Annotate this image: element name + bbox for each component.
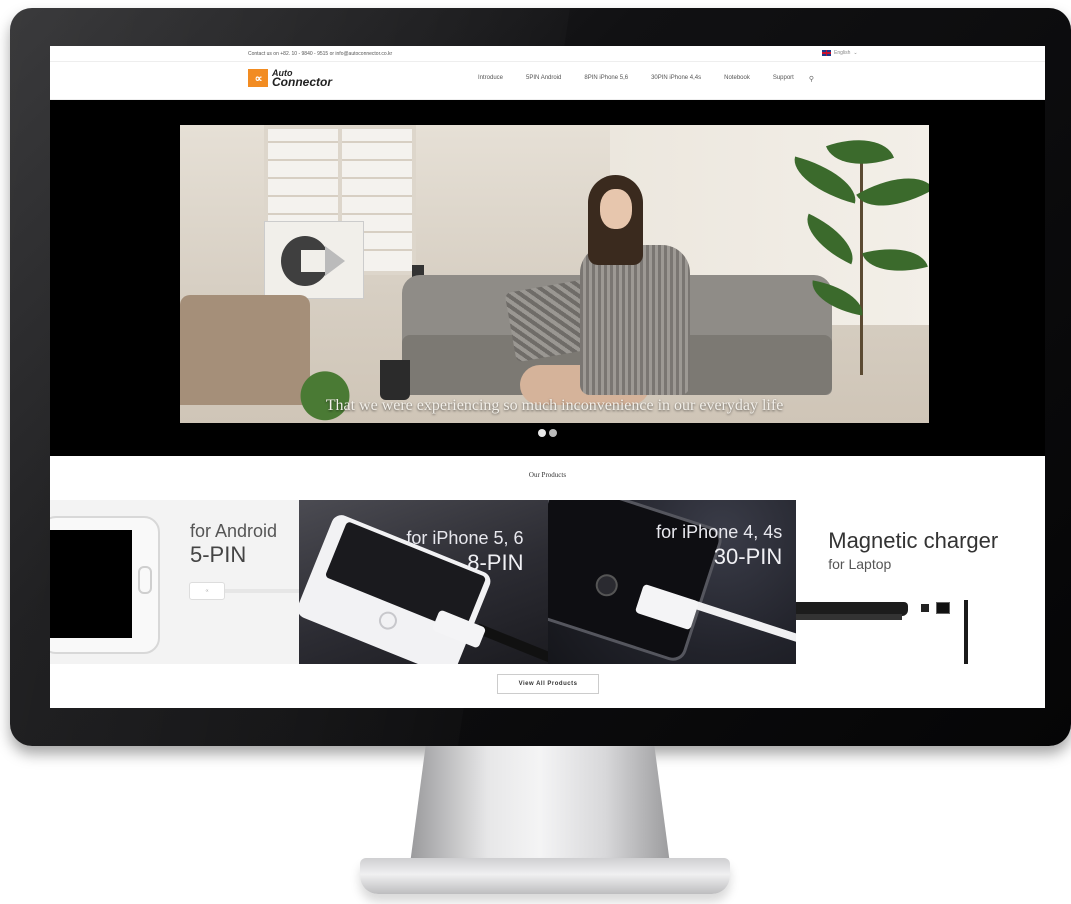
product-tile-laptop[interactable]: Magnetic charger for Laptop [796, 500, 1045, 664]
products-heading: Our Products [528, 471, 567, 479]
hero-caption: That we were experiencing so much inconv… [325, 397, 784, 414]
product-tile-iphone-8pin[interactable]: for iPhone 5, 6 8-PIN [298, 500, 548, 664]
product-tile-title: for Android [190, 521, 278, 541]
nav-5pin-android[interactable]: 5PIN Android [526, 75, 561, 83]
nav-8pin-iphone[interactable]: 8PIN iPhone 5,6 [584, 75, 628, 83]
uk-flag-icon [822, 50, 831, 56]
plant-stem [860, 155, 863, 375]
plant-leaf [856, 159, 929, 225]
monitor-stand-neck [410, 746, 670, 864]
nav-support[interactable]: Support [773, 75, 794, 83]
hero-slider: That we were experiencing so much inconv… [50, 100, 1045, 456]
product-tile-iphone-30pin[interactable]: for iPhone 4, 4s 30-PIN [547, 500, 797, 664]
site-header: ∝ Auto Connector Introduce 5PIN Android … [50, 62, 1045, 100]
product-tile-title: for iPhone 4, 4s [656, 522, 783, 542]
cable-image [475, 623, 548, 664]
product-tile-title: for iPhone 5, 6 [406, 528, 524, 548]
product-tile-pin: 5-PIN [190, 542, 247, 567]
products-grid: ∝ for Android 5-PIN for iPhone 5, 6 8-PI… [50, 500, 1045, 664]
magnetic-plug-image [936, 602, 951, 614]
magnetic-tip-image [921, 604, 930, 612]
search-icon[interactable]: ⚲ [809, 75, 814, 83]
contact-info: Contact us on +82. 10 - 9840 - 9515 or i… [248, 51, 393, 57]
slide-person [580, 175, 710, 405]
phone-screen [50, 530, 132, 638]
person-face [600, 189, 632, 229]
cable-image [225, 589, 299, 593]
android-phone-image [50, 516, 160, 654]
poster-arrow-shape [325, 246, 345, 276]
language-label: English [834, 50, 851, 56]
language-selector[interactable]: English ⌄ [822, 50, 858, 56]
monitor-stand-base [360, 858, 730, 894]
logo-text-connector: Connector [272, 75, 332, 90]
logo-text: Auto Connector [272, 68, 332, 90]
phone-home-button [592, 571, 621, 600]
hero-slide-image: That we were experiencing so much inconv… [180, 125, 929, 423]
product-tile-subtitle: for Laptop [828, 556, 892, 572]
logo-mark-icon: ∝ [248, 69, 268, 88]
website-screen: Contact us on +82. 10 - 9840 - 9515 or i… [50, 46, 1045, 708]
product-tile-android[interactable]: ∝ for Android 5-PIN [50, 500, 299, 664]
logo[interactable]: ∝ Auto Connector [248, 68, 332, 90]
cable-image [964, 600, 969, 664]
monitor-frame: Contact us on +82. 10 - 9840 - 9515 or i… [10, 8, 1071, 746]
phone-home-button [138, 566, 152, 594]
slide-large-plant [787, 125, 929, 375]
android-connector-image: ∝ [189, 582, 225, 600]
laptop-base-image [796, 614, 903, 620]
nav-notebook[interactable]: Notebook [724, 75, 750, 83]
nav-introduce[interactable]: Introduce [478, 75, 503, 83]
plant-leaf [787, 156, 863, 204]
poster-c-shape [281, 236, 331, 286]
view-all-products-button[interactable]: View All Products [497, 674, 599, 694]
chevron-down-icon: ⌄ [853, 50, 858, 56]
slider-dots [538, 429, 557, 437]
slider-dot-1[interactable] [538, 429, 546, 437]
plant-leaf [808, 280, 867, 316]
cable-image [689, 599, 797, 645]
product-tile-title: Magnetic charger [828, 528, 999, 553]
top-bar: Contact us on +82. 10 - 9840 - 9515 or i… [50, 46, 1045, 62]
product-tile-pin: 30-PIN [713, 544, 783, 569]
phone-home-button [376, 608, 400, 633]
slide-plant-pot [380, 360, 410, 400]
main-nav: Introduce 5PIN Android 8PIN iPhone 5,6 3… [478, 75, 814, 83]
slider-dot-2[interactable] [549, 429, 557, 437]
plant-leaf [862, 237, 928, 283]
plant-leaf [796, 213, 864, 265]
nav-30pin-iphone[interactable]: 30PIN iPhone 4,4s [651, 75, 701, 83]
person-dress [580, 245, 690, 395]
product-tile-pin: 8-PIN [467, 550, 524, 575]
slide-poster [264, 221, 364, 299]
